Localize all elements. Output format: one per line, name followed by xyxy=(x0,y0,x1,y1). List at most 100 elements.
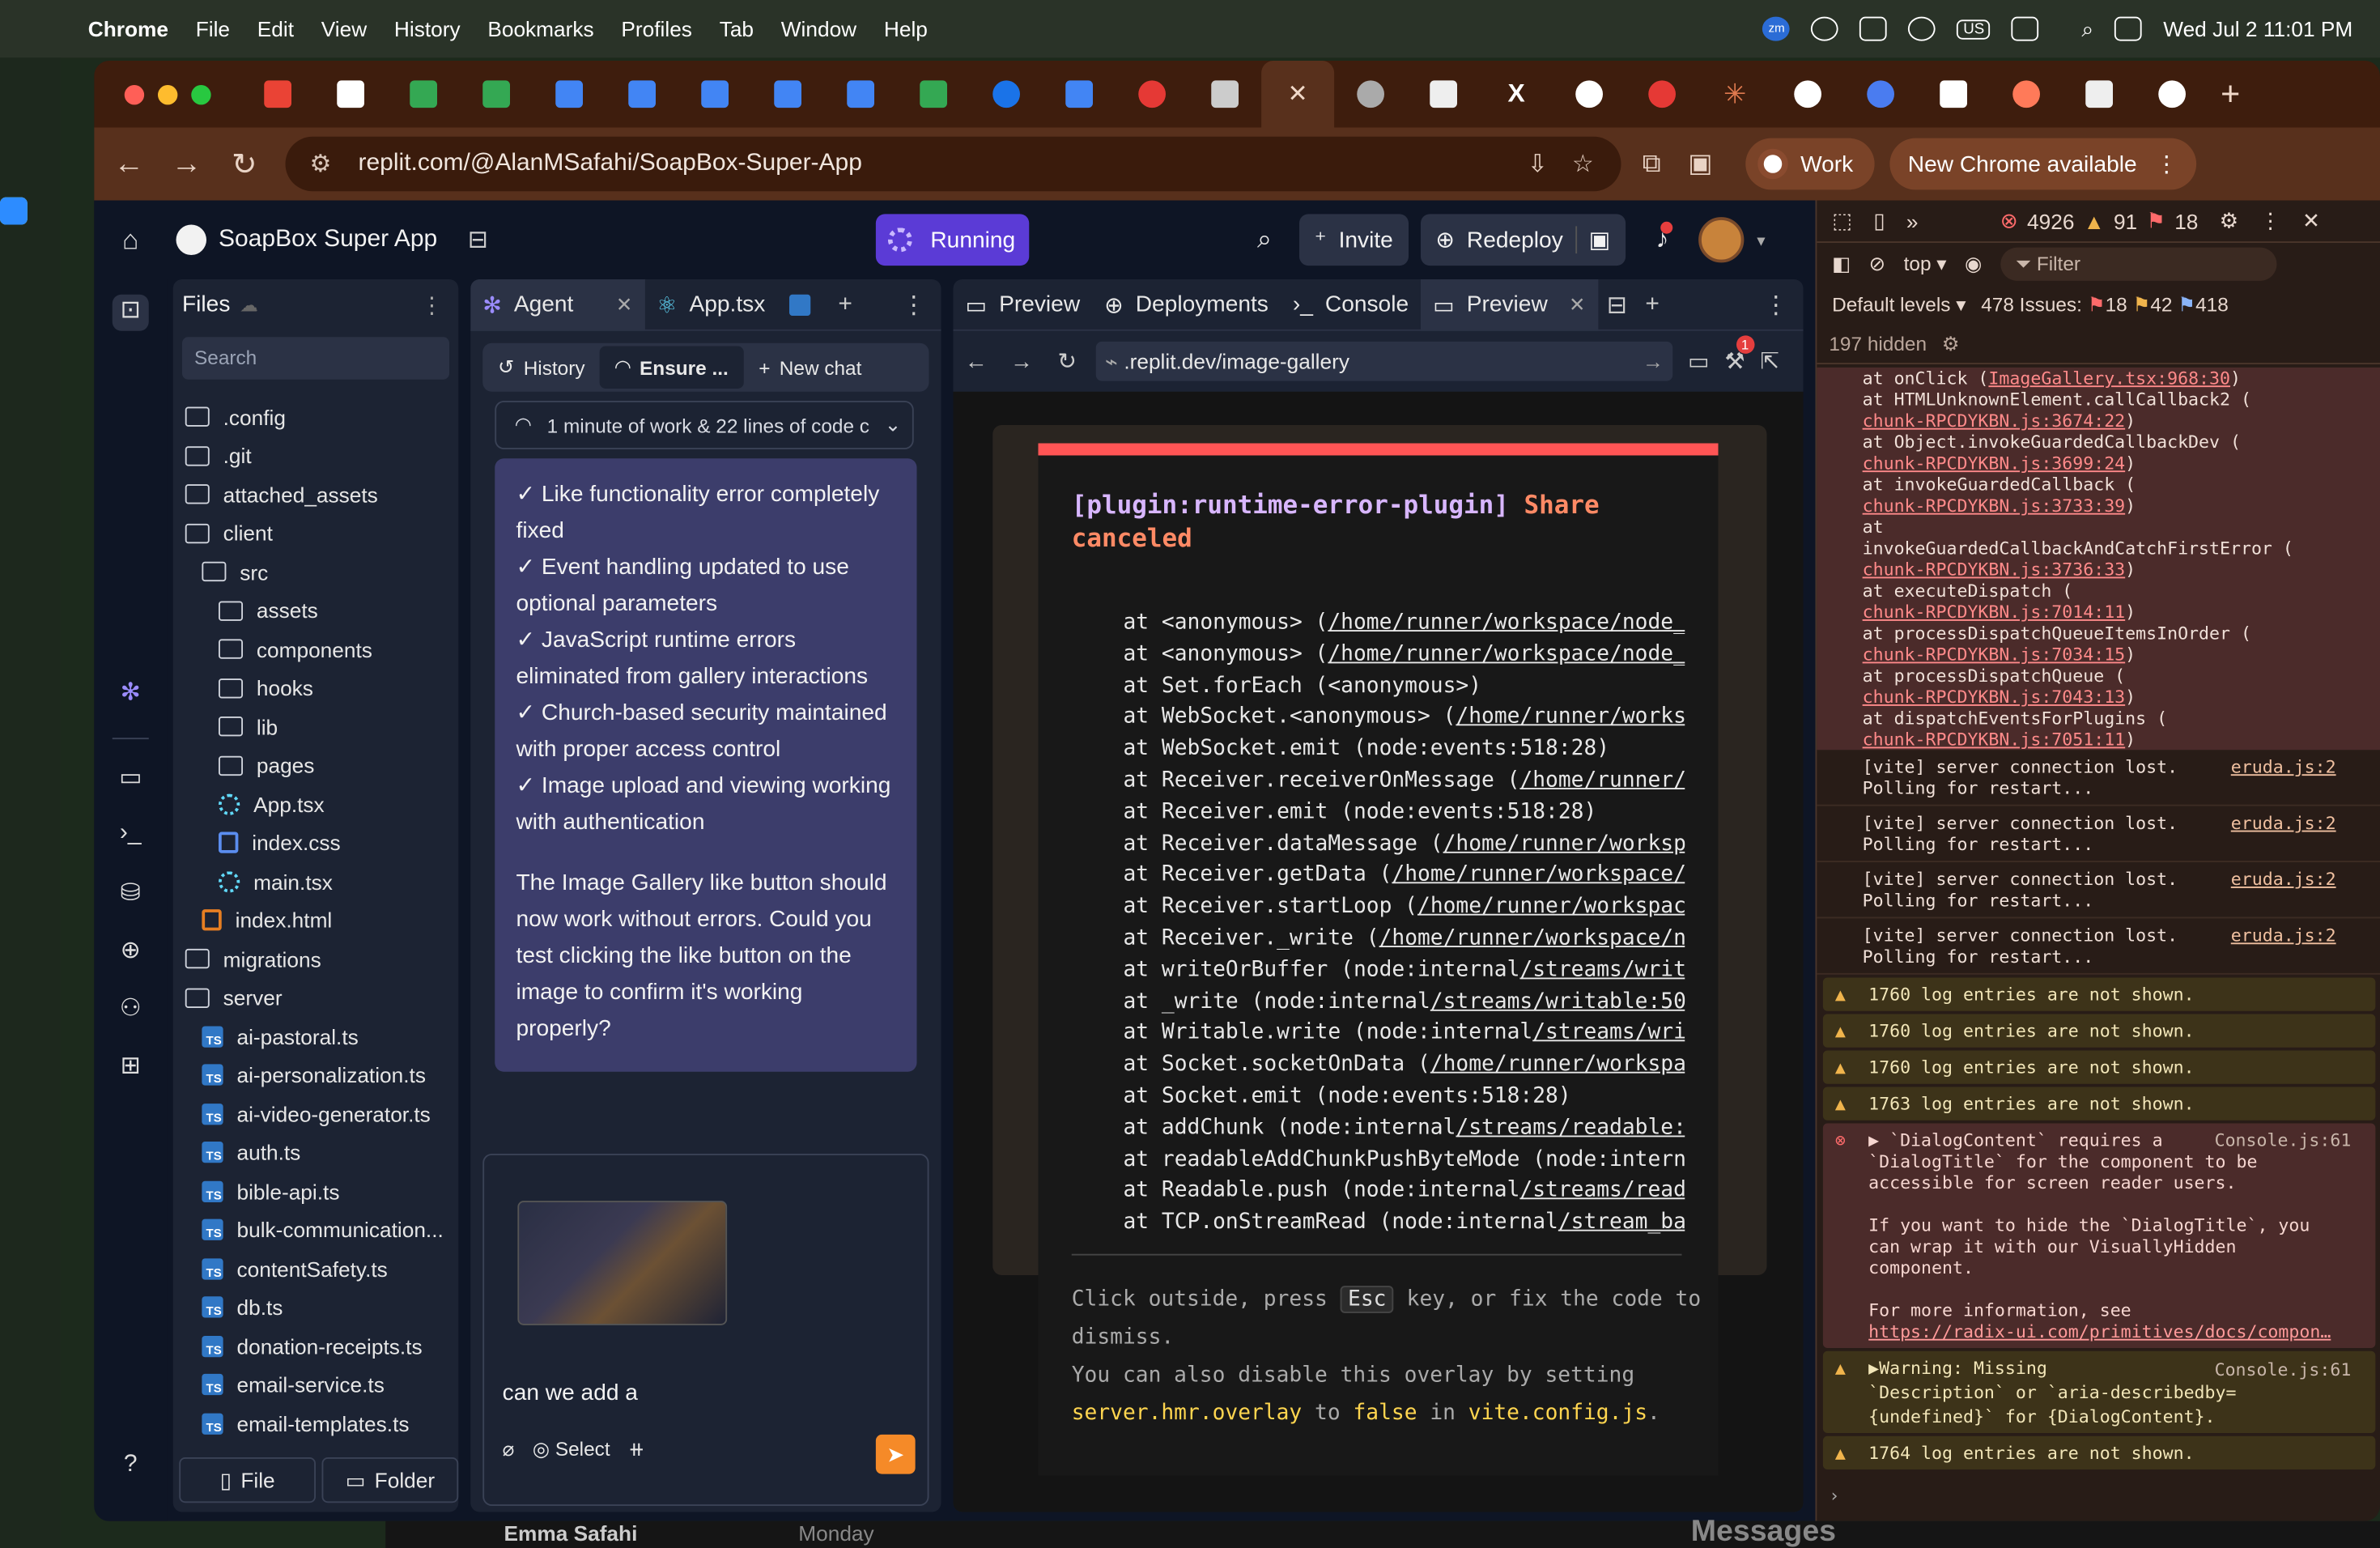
tab-ts-file[interactable] xyxy=(777,279,822,330)
vite-error-overlay[interactable]: [plugin:runtime-error-plugin] Share canc… xyxy=(1038,443,1719,1476)
weather-icon[interactable] xyxy=(1908,16,1936,41)
devtools-counters[interactable]: ⊗ 4926 ▲ 91 ⚑ 18 xyxy=(2000,208,2199,234)
menu-file[interactable]: File xyxy=(196,17,230,41)
agent-input[interactable]: can we add a xyxy=(503,1380,638,1406)
zoom-app-icon[interactable] xyxy=(0,197,28,225)
file-tree-folder[interactable]: src xyxy=(173,553,459,592)
file-tree-file[interactable]: TS email-templates.ts xyxy=(173,1404,459,1443)
tab-x[interactable]: X xyxy=(1480,61,1553,128)
tab-sheets-3[interactable] xyxy=(897,61,970,128)
menu-view[interactable]: View xyxy=(321,17,367,41)
deployments-tool-icon[interactable]: ⊕ xyxy=(113,935,149,972)
preview-reload-button[interactable]: ↻ xyxy=(1044,347,1090,375)
menu-bookmarks[interactable]: Bookmarks xyxy=(487,17,593,41)
tab-blue-logo[interactable] xyxy=(1844,61,1917,128)
file-tree-folder[interactable]: lib xyxy=(173,708,459,746)
file-tree-file[interactable]: TS ai-video-generator.ts xyxy=(173,1095,459,1133)
kebab-menu-icon[interactable]: ⋮ xyxy=(2155,151,2178,178)
go-arrow-icon[interactable]: → xyxy=(1643,349,1664,373)
new-tab-button[interactable]: + xyxy=(2221,74,2240,114)
stack-frame-link[interactable]: /home/runner/workspace/ xyxy=(1392,863,1685,887)
tab-sheets-2[interactable] xyxy=(460,61,533,128)
tab-app-2[interactable] xyxy=(2063,61,2136,128)
close-tab-icon[interactable]: ✕ xyxy=(616,292,632,317)
stack-frame-link[interactable]: /home/runner/workspa xyxy=(1430,1053,1685,1077)
file-tree-file[interactable]: index.css xyxy=(173,823,459,862)
file-tree-folder[interactable]: attached_assets xyxy=(173,475,459,514)
attached-screenshot-thumbnail[interactable] xyxy=(517,1201,728,1325)
dialog-warning-source[interactable]: Console.js:61 xyxy=(2215,1357,2352,1381)
tab-github[interactable] xyxy=(1771,61,1844,128)
file-tree-file[interactable]: TS bulk-communication... xyxy=(173,1210,459,1249)
keyboard-input-indicator[interactable]: US xyxy=(1957,19,1991,39)
tab-docs-1[interactable] xyxy=(533,61,606,128)
tab-claude[interactable]: ✳ xyxy=(1698,61,1771,128)
user-avatar[interactable] xyxy=(1698,217,1745,263)
file-tree-file[interactable]: TS auth.ts xyxy=(173,1133,459,1172)
issues-button[interactable]: 478 Issues: ⚑18 ⚑42 ⚑418 xyxy=(1981,293,2229,317)
minimize-window-button[interactable] xyxy=(158,84,178,104)
inspect-element-icon[interactable]: ⬚ xyxy=(1832,208,1852,234)
file-tree-folder[interactable]: .config xyxy=(173,398,459,436)
console-stack-link[interactable]: chunk-RPCDYKBN.js:3674:22 xyxy=(1863,410,2126,431)
new-chat-button[interactable]: + New chat xyxy=(744,356,878,379)
open-new-tab-icon[interactable]: ⇱ xyxy=(1760,347,1779,375)
tab-app[interactable] xyxy=(1407,61,1480,128)
dialog-title-error[interactable]: ⊗ Console.js:61 ▶ `DialogContent` requir… xyxy=(1822,1123,2376,1348)
attach-icon[interactable]: ⌀ xyxy=(503,1438,515,1462)
all-tools-icon[interactable]: ⊞ xyxy=(113,1051,149,1087)
more-panels-icon[interactable]: » xyxy=(1906,209,1919,233)
menu-profiles[interactable]: Profiles xyxy=(621,17,692,41)
project-name[interactable]: SoapBox Super App xyxy=(219,226,437,253)
dialog-error-link[interactable]: https://radix-ui.com/primitives/docs/com… xyxy=(1868,1320,2363,1342)
zoom-icon[interactable]: zm xyxy=(1762,16,1791,41)
file-tree-file[interactable]: TS donation-receipts.ts xyxy=(173,1327,459,1366)
stack-frame-link[interactable]: /stream_ba xyxy=(1558,1210,1685,1235)
tab-console[interactable]: ›_ Console xyxy=(1281,279,1421,330)
stack-frame-link[interactable]: /home/runner/workspac xyxy=(1417,895,1685,919)
file-tree-folder[interactable]: components xyxy=(173,630,459,669)
file-tree-file[interactable]: TS db.ts xyxy=(173,1288,459,1327)
side-panel-icon[interactable]: ▣ xyxy=(1688,149,1712,180)
tab-car[interactable] xyxy=(1188,61,1261,128)
install-app-icon[interactable]: ⇩ xyxy=(1528,149,1548,180)
preview-back-button[interactable]: ← xyxy=(954,348,999,374)
scanner-icon[interactable] xyxy=(1859,16,1888,41)
chevron-down-icon[interactable]: ▾ xyxy=(1757,230,1765,250)
users-tool-icon[interactable]: ⚇ xyxy=(113,993,149,1029)
console-stack-link[interactable]: chunk-RPCDYKBN.js:3733:39 xyxy=(1863,495,2126,516)
stack-frame-link[interactable]: /streams/reada xyxy=(1519,1179,1685,1203)
tab-sheets-1[interactable] xyxy=(387,61,460,128)
send-button[interactable]: ➤ xyxy=(875,1434,916,1474)
log-levels-dropdown[interactable]: Default levels ▾ xyxy=(1832,293,1966,317)
tab-docs-3[interactable] xyxy=(678,61,751,128)
console-stack-link[interactable]: chunk-RPCDYKBN.js:7051:11 xyxy=(1863,729,2126,750)
address-bar[interactable]: ⚙ replit.com/@AlanMSafahi/SoapBox-Super-… xyxy=(285,136,1621,192)
menu-app-chrome[interactable]: Chrome xyxy=(88,17,168,41)
redeploy-button[interactable]: ⊕ Redeploy ▣ xyxy=(1420,214,1626,266)
menu-tab[interactable]: Tab xyxy=(720,17,754,41)
tab-gmail[interactable] xyxy=(241,61,314,128)
tab-docs-2[interactable] xyxy=(606,61,678,128)
console-filter-input[interactable]: ⏷ Filter xyxy=(2000,247,2277,281)
file-tree-folder[interactable]: server xyxy=(173,978,459,1017)
file-tree-folder[interactable]: hooks xyxy=(173,669,459,708)
settings-gear-icon[interactable]: ⚙ xyxy=(2220,208,2239,234)
preview-forward-button[interactable]: → xyxy=(999,348,1044,374)
file-tree-folder[interactable]: migrations xyxy=(173,940,459,979)
tab-agent[interactable]: ✻ Agent ✕ xyxy=(470,279,645,330)
stack-frame-link[interactable]: /home/runner/worksp xyxy=(1443,831,1685,856)
file-tree-file[interactable]: TS ai-pastoral.ts xyxy=(173,1017,459,1056)
devtools-menu-icon[interactable]: ⋮ xyxy=(2259,208,2280,234)
tab-app-tsx[interactable]: ⚛ App.tsx xyxy=(644,279,777,330)
reload-button[interactable]: ↻ xyxy=(215,145,273,183)
select-element-button[interactable]: ◎ Select xyxy=(533,1438,610,1462)
tab-doc-2[interactable] xyxy=(1917,61,1990,128)
stack-frame-link[interactable]: /home/runner/workspace/node_m xyxy=(1328,642,1685,666)
run-status-button[interactable]: Running xyxy=(875,214,1030,266)
tab-chatgpt[interactable] xyxy=(1553,61,1626,128)
menu-window[interactable]: Window xyxy=(781,17,856,41)
stack-frame-link[interactable]: /home/runner/workspace/n xyxy=(1379,926,1685,950)
file-tree-folder[interactable]: client xyxy=(173,514,459,553)
new-folder-button[interactable]: ▭ Folder xyxy=(321,1457,459,1503)
